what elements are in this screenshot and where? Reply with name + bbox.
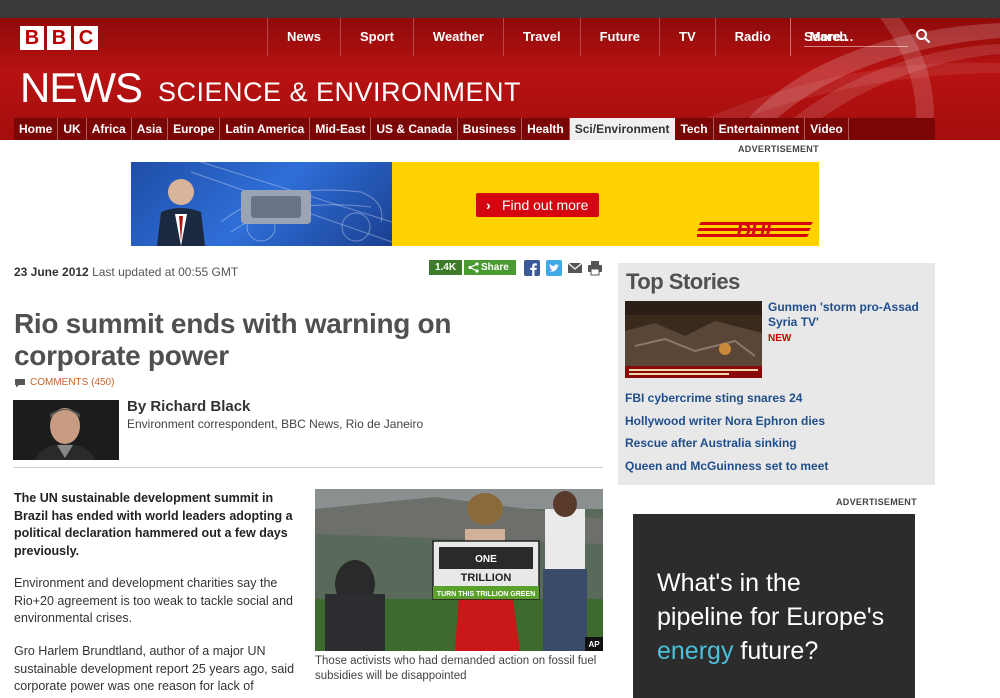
subnav-entertainment[interactable]: Entertainment <box>714 118 806 140</box>
logo-letter: B <box>47 26 71 50</box>
photo-credit: AP <box>588 640 600 649</box>
search-underline <box>804 46 908 47</box>
global-nav-weather[interactable]: Weather <box>412 18 503 56</box>
subnav-us-canada[interactable]: US & Canada <box>371 118 458 140</box>
global-nav-travel[interactable]: Travel <box>502 18 580 56</box>
energy-side-ad[interactable]: What's in the pipeline for Europe's ener… <box>633 514 915 698</box>
dhl-banner-ad[interactable]: DHL Find out more › <box>131 162 819 246</box>
subnav-asia[interactable]: Asia <box>132 118 169 140</box>
global-nav-future[interactable]: Future <box>579 18 659 56</box>
top-story-lead-link[interactable]: Gunmen 'storm pro-Assad Syria TV' <box>768 300 928 330</box>
article-photo: ONE TRILLION TURN THIS TRILLION GREEN AP <box>315 489 603 651</box>
top-story-thumbnail[interactable] <box>625 301 762 378</box>
photo-caption: Those activists who had demanded action … <box>315 655 597 682</box>
global-nav-radio[interactable]: Radio <box>714 18 790 56</box>
global-nav: News Sport Weather Travel Future TV Radi… <box>267 18 873 56</box>
banner-yellow-panel: DHL <box>392 162 819 246</box>
share-button-label: Share <box>481 262 509 273</box>
global-nav-news[interactable]: News <box>267 18 340 56</box>
byline-divider <box>14 467 603 468</box>
side-ad-line: What's in the <box>657 569 801 597</box>
syria-tv-thumbnail <box>625 301 762 378</box>
subnav-health[interactable]: Health <box>522 118 570 140</box>
banner-image <box>131 162 393 246</box>
banner-illustration <box>157 162 393 246</box>
advertisement-label: ADVERTISEMENT <box>836 497 917 507</box>
subnav-europe[interactable]: Europe <box>168 118 221 140</box>
logo-letter: B <box>20 26 44 50</box>
article-dateline: 23 June 2012 Last updated at 00:55 GMT <box>14 265 238 279</box>
global-nav-sport[interactable]: Sport <box>339 18 413 56</box>
subnav-video[interactable]: Video <box>805 118 849 140</box>
side-ad-accent: energy <box>657 637 734 665</box>
twitter-icon[interactable] <box>546 260 562 276</box>
section-title: SCIENCE & ENVIRONMENT <box>158 77 522 107</box>
side-ad-line-rest: future? <box>733 637 819 665</box>
new-badge: NEW <box>768 333 792 344</box>
top-stories-panel: Top Stories Gunmen 'storm pro-Assad Syri… <box>618 263 935 485</box>
author-photo <box>13 400 119 460</box>
dhl-logo: DHL <box>697 220 813 242</box>
masthead: B B C News Sport Weather Travel Future T… <box>0 18 1000 140</box>
share-count-badge: 1.4K <box>429 260 462 275</box>
article-paragraph: Environment and development charities sa… <box>14 576 293 625</box>
bbc-logo[interactable]: B B C <box>20 26 98 50</box>
side-ad-line: pipeline for Europe's <box>657 603 885 631</box>
share-icon <box>468 262 479 273</box>
subnav-africa[interactable]: Africa <box>87 118 132 140</box>
top-stories-title: Top Stories <box>626 269 740 294</box>
comment-icon <box>15 379 25 388</box>
top-story-link[interactable]: FBI cybercrime sting snares 24 <box>625 391 802 405</box>
author-portrait <box>13 400 119 460</box>
article-lead: The UN sustainable development summit in… <box>14 491 293 558</box>
sub-nav: Home UK Africa Asia Europe Latin America… <box>14 118 935 140</box>
advertisement-label: ADVERTISEMENT <box>738 144 819 154</box>
article-paragraph: Gro Harlem Brundtland, author of a major… <box>14 644 295 693</box>
top-story-link[interactable]: Hollywood writer Nora Ephron dies <box>625 414 825 428</box>
logo-letter: C <box>74 26 98 50</box>
article-updated: Last updated at 00:55 GMT <box>92 265 239 279</box>
dhl-logo-text: DHL <box>736 220 777 242</box>
photo-banner-text: TURN THIS TRILLION GREEN <box>437 591 535 598</box>
magnifier-icon[interactable] <box>915 28 931 44</box>
top-story-link[interactable]: Rescue after Australia sinking <box>625 436 797 450</box>
subnav-sci-environment[interactable]: Sci/Environment <box>569 118 676 140</box>
photo-banner-text: ONE <box>475 554 497 565</box>
author-role: Environment correspondent, BBC News, Rio… <box>127 417 424 431</box>
photo-banner-text: TRILLION <box>461 572 512 584</box>
subnav-mid-east[interactable]: Mid-East <box>310 118 372 140</box>
article-date: 23 June 2012 <box>14 265 89 279</box>
subnav-latin-america[interactable]: Latin America <box>220 118 311 140</box>
comments-link[interactable]: COMMENTS (450) <box>14 377 114 388</box>
article-headline: Rio summit ends with warning on corporat… <box>14 308 452 371</box>
subnav-tech[interactable]: Tech <box>675 118 714 140</box>
search-input[interactable]: Search <box>804 29 847 44</box>
print-icon[interactable] <box>587 260 603 276</box>
subnav-uk[interactable]: UK <box>58 118 87 140</box>
find-out-more-button[interactable]: Find out more <box>476 193 599 217</box>
facebook-icon[interactable] <box>524 260 540 276</box>
subnav-business[interactable]: Business <box>458 118 523 140</box>
author-name[interactable]: By Richard Black <box>127 398 250 415</box>
activists-photo: ONE TRILLION TURN THIS TRILLION GREEN AP <box>315 489 603 651</box>
top-story-link[interactable]: Queen and McGuinness set to meet <box>625 459 828 473</box>
side-ad-line: energy future? <box>657 637 818 666</box>
search-box[interactable]: Search <box>790 18 940 56</box>
global-nav-tv[interactable]: TV <box>659 18 715 56</box>
subnav-home[interactable]: Home <box>14 118 59 140</box>
browser-top-strip <box>0 0 1000 18</box>
comments-count: COMMENTS (450) <box>30 377 115 388</box>
share-button[interactable]: Share <box>464 260 516 275</box>
email-icon[interactable] <box>567 261 583 275</box>
chevron-right-icon: › <box>486 197 491 213</box>
news-title[interactable]: NEWS <box>20 64 143 112</box>
